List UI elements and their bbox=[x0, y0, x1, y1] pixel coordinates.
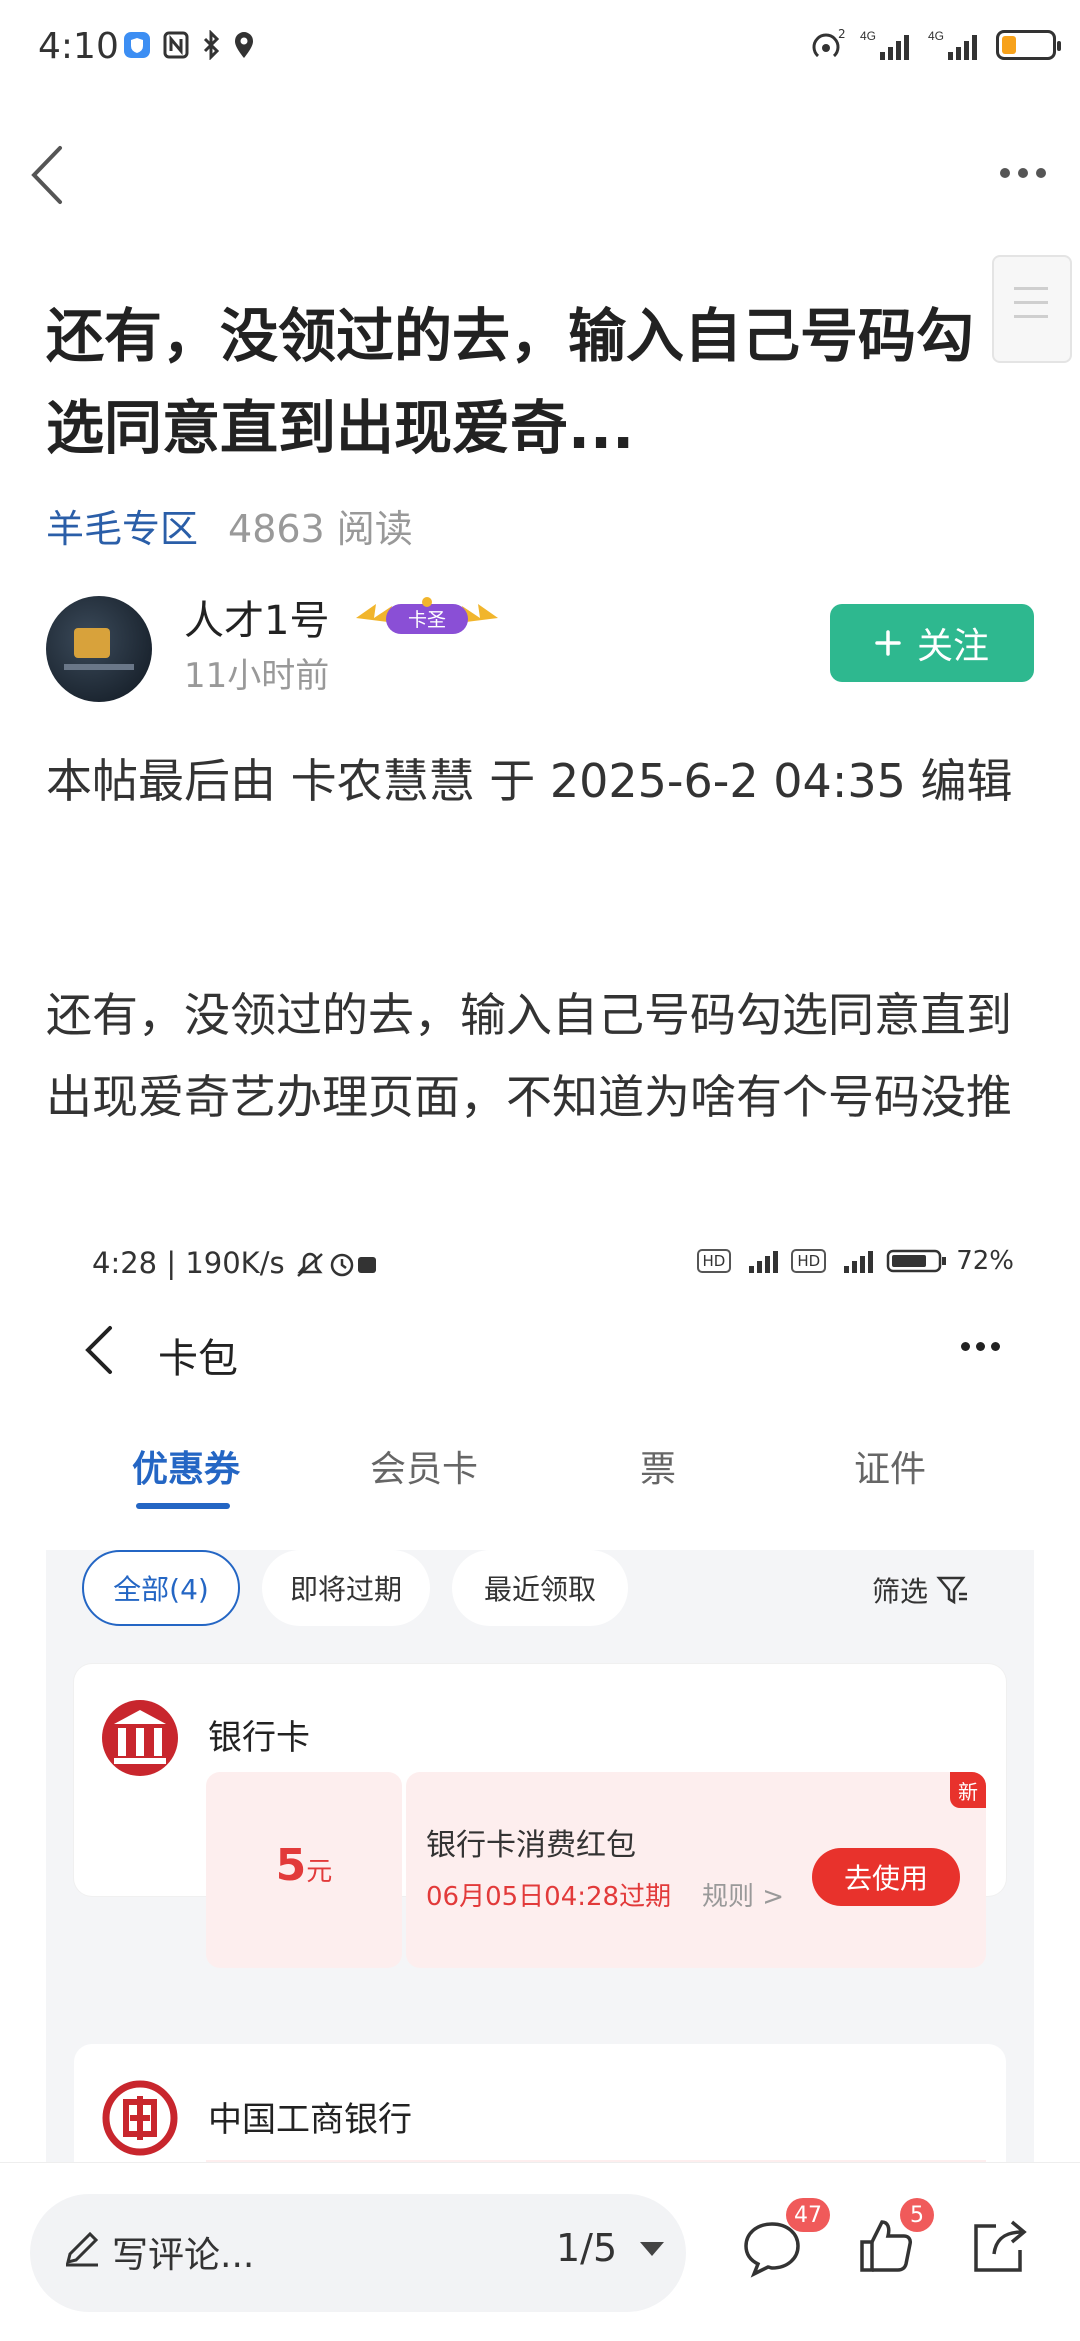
signal-4g-1-icon: 4G bbox=[860, 29, 909, 60]
icbc-logo-icon bbox=[102, 2080, 178, 2156]
plus-icon bbox=[875, 630, 901, 656]
share-icon[interactable] bbox=[968, 2216, 1032, 2276]
image-chip-recent: 最近领取 bbox=[452, 1550, 628, 1626]
svg-text:2: 2 bbox=[838, 28, 846, 41]
image-filter-label: 筛选 bbox=[871, 1575, 928, 1608]
image-status-right: HD HD 72% bbox=[696, 1246, 1014, 1276]
status-time: 4:10 bbox=[38, 26, 119, 67]
post-title: 还有，没领过的去，输入自己号码勾选同意直到出现爱奇... bbox=[46, 302, 975, 462]
filter-icon bbox=[936, 1576, 967, 1605]
image-signal-icon-2 bbox=[844, 1251, 874, 1273]
image-back-icon bbox=[85, 1326, 112, 1374]
nfc-icon bbox=[163, 31, 189, 59]
follow-label: 关注 bbox=[916, 626, 989, 667]
read-count: 4863 阅读 bbox=[228, 507, 413, 551]
image-tab-tickets: 票 bbox=[640, 1449, 677, 1490]
post-body: 还有，没领过的去，输入自己号码勾选同意直到出现爱奇艺办理页面，不知道为啥有个号码… bbox=[46, 988, 1012, 1124]
bluetooth-icon bbox=[203, 30, 220, 60]
image-coupon-expiry: 06月05日04:28过期 bbox=[426, 1882, 672, 1912]
page-indicator[interactable]: 1/5 bbox=[556, 2226, 617, 2270]
svg-text:4G: 4G bbox=[928, 29, 944, 43]
image-bank-name: 银行卡 bbox=[208, 1718, 310, 1758]
post-time: 11小时前 bbox=[184, 656, 330, 696]
image-battery-icon bbox=[886, 1249, 947, 1273]
image-coupon-title: 银行卡消费红包 bbox=[426, 1828, 636, 1863]
image-use-button: 去使用 bbox=[812, 1848, 960, 1906]
image-tab-indicator bbox=[136, 1503, 230, 1509]
image-signal-icon bbox=[749, 1251, 779, 1273]
shield-icon bbox=[124, 32, 150, 58]
location-icon bbox=[235, 32, 253, 58]
follow-button[interactable]: 关注 bbox=[830, 604, 1034, 682]
image-status-icons bbox=[297, 1252, 376, 1277]
back-icon[interactable] bbox=[22, 140, 82, 210]
chevron-down-icon[interactable] bbox=[640, 2242, 664, 2256]
image-page-title: 卡包 bbox=[158, 1336, 238, 1382]
status-icons bbox=[122, 30, 256, 60]
image-coupon-rule: 规则 > bbox=[702, 1882, 785, 1912]
image-more-icon bbox=[961, 1342, 1000, 1351]
image-status-time: 4:28 | 190K/s bbox=[92, 1246, 285, 1280]
comment-count-badge: 47 bbox=[786, 2198, 830, 2232]
edit-note: 本帖最后由 卡农慧慧 于 2025-6-2 04:35 编辑 bbox=[46, 754, 1013, 808]
category-link[interactable]: 羊毛专区 bbox=[46, 498, 198, 553]
signal-4g-2-icon: 4G bbox=[928, 29, 977, 60]
image-tab-member: 会员卡 bbox=[370, 1449, 479, 1490]
image-tab-ids: 证件 bbox=[854, 1449, 927, 1490]
image-battery-text: 72% bbox=[956, 1246, 1014, 1276]
comment-placeholder[interactable]: 写评论... bbox=[112, 2226, 254, 2278]
image-filter-button: 筛选 bbox=[872, 1570, 970, 1610]
image-chip-expiring: 即将过期 bbox=[262, 1550, 430, 1626]
avatar[interactable] bbox=[46, 596, 152, 702]
pen-icon bbox=[65, 2231, 99, 2267]
image-icbc-name: 中国工商银行 bbox=[208, 2100, 412, 2140]
status-right: 2 4G 4G bbox=[810, 28, 1061, 62]
battery-icon bbox=[996, 30, 1061, 60]
more-icon[interactable] bbox=[988, 150, 1058, 196]
bank-card-logo-icon bbox=[102, 1700, 178, 1776]
image-coupon-amount: 5元 bbox=[275, 1840, 333, 1891]
hotspot-icon: 2 bbox=[812, 28, 846, 58]
image-chip-all: 全部(4) bbox=[82, 1550, 240, 1626]
image-tab-coupons: 优惠券 bbox=[132, 1449, 241, 1490]
level-badge-text: 卡圣 bbox=[408, 609, 446, 631]
svg-text:4G: 4G bbox=[860, 29, 876, 43]
like-count-badge: 5 bbox=[900, 2198, 934, 2232]
level-badge: 卡圣 bbox=[356, 597, 498, 634]
image-new-badge: 新 bbox=[950, 1772, 986, 1808]
post-image[interactable]: 4:28 | 190K/s HD HD 72% 卡包 优惠券 会员卡 票 证件 … bbox=[0, 1220, 1080, 2170]
author-name[interactable]: 人才1号 bbox=[184, 588, 329, 646]
post-meta: 羊毛专区 4863 阅读 bbox=[46, 498, 413, 553]
